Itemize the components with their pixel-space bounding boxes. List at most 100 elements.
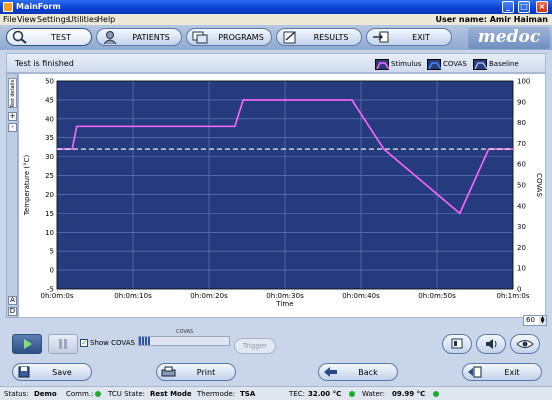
control-row: ✓ Show COVAS COVAS Trigger (6, 326, 546, 358)
comm-status-icon (95, 388, 101, 400)
exit-icon (371, 30, 391, 44)
test-status-label: Test is finished (15, 59, 74, 68)
exit-label: Exit (504, 367, 520, 377)
y2-tick-label: 70 (517, 140, 526, 148)
covas-slider-title: COVAS (176, 329, 194, 335)
y2-tick-label: 90 (517, 98, 526, 106)
legend-baseline[interactable]: Baseline (473, 58, 519, 70)
tab-programs[interactable]: PROGRAMS (186, 28, 272, 46)
y2-tick-label: 80 (517, 119, 526, 127)
stepper-arrows-icon[interactable]: ▲ ▼ (539, 316, 546, 325)
y2-tick-label: 100 (517, 78, 530, 86)
y-tick-label: 50 (45, 78, 54, 86)
a-button[interactable]: A (8, 296, 17, 305)
thermode-label: Thermode: (197, 390, 235, 398)
tec-label: TEC: (289, 390, 305, 398)
back-button[interactable]: Back (318, 363, 398, 381)
menu-bar: File View Settings Utilities Help User n… (0, 14, 552, 25)
menu-help[interactable]: Help (97, 14, 115, 25)
show-covas-label: Show COVAS (90, 339, 135, 347)
tab-programs-label: PROGRAMS (218, 32, 264, 42)
tab-exit[interactable]: EXIT (366, 28, 452, 46)
tab-test[interactable]: TEST (6, 28, 92, 46)
tab-results-label: RESULTS (313, 32, 349, 42)
menu-view[interactable]: View (17, 14, 36, 25)
y-tick-label: 45 (45, 96, 54, 104)
thermode-value: TSA (240, 390, 256, 398)
results-icon (281, 30, 301, 44)
view-button[interactable] (510, 334, 540, 354)
covas-slider[interactable] (138, 336, 230, 346)
x-tick-label: 0h:1m:0s (497, 292, 530, 300)
y-tick-label: 10 (45, 229, 54, 237)
user-name: User name: Amir Haiman (435, 15, 548, 24)
exit-button[interactable]: Exit (462, 363, 542, 381)
y2-tick-label: 50 (517, 182, 526, 190)
back-label: Back (358, 367, 378, 377)
menu-file[interactable]: File (3, 14, 16, 25)
y-tick-label: 15 (45, 210, 54, 218)
play-icon (24, 339, 32, 349)
tec-status-icon (349, 388, 355, 400)
x-tick-label: 0h:0m:40s (342, 292, 380, 300)
covas-legend-icon (427, 58, 442, 70)
covas-level (139, 337, 150, 345)
legend-stimulus-label: Stimulus (391, 60, 422, 68)
y2-axis-label: COVAS (535, 173, 543, 197)
status-label: Status: (4, 390, 29, 398)
save-label: Save (52, 367, 72, 377)
x-tick-label: 0h:0m:10s (114, 292, 152, 300)
title-bar: MainForm _ □ × (0, 0, 552, 14)
y-tick-label: 5 (50, 248, 54, 256)
y2-tick-label: 10 (517, 265, 526, 273)
pause-button[interactable] (48, 334, 78, 354)
legend-stimulus[interactable]: Stimulus (375, 58, 421, 70)
tab-patients[interactable]: PATIENTS (96, 28, 182, 46)
programs-icon (191, 30, 211, 44)
exit-door-icon (467, 366, 483, 378)
monitor-icon (451, 338, 463, 349)
maximize-button[interactable]: □ (518, 1, 530, 13)
temperature-chart: -5 0 5 10 15 20 25 30 35 40 45 50 0 10 20 30 40 50 60 70 80 9… (18, 73, 546, 318)
x-tick-label: 0h:0m:30s (266, 292, 304, 300)
patient-icon (101, 30, 121, 45)
status-bar: Status: Demo Comm.: TCU State: Rest Mode… (0, 386, 552, 400)
save-icon (17, 366, 33, 378)
close-button[interactable]: × (536, 1, 548, 13)
print-button[interactable]: Print (156, 363, 236, 381)
show-covas-checkbox[interactable]: ✓ (80, 339, 88, 347)
test-details-tab[interactable]: Test details (8, 78, 17, 108)
monitor-button[interactable] (442, 334, 472, 354)
water-label: Water: (362, 390, 385, 398)
y2-tick-label: 60 (517, 161, 526, 169)
time-window-stepper[interactable]: 60 ▲ ▼ (523, 315, 547, 326)
y-tick-label: 25 (45, 172, 54, 180)
y-tick-label: 30 (45, 153, 54, 161)
zoom-in-button[interactable]: + (8, 112, 17, 121)
legend-covas[interactable]: COVAS (427, 58, 467, 70)
trigger-button[interactable]: Trigger (234, 338, 276, 354)
test-details-label: Test details (10, 79, 17, 109)
tcu-state-value: Rest Mode (150, 390, 192, 398)
menu-settings[interactable]: Settings (37, 14, 70, 25)
play-button[interactable] (12, 334, 42, 354)
comm-label: Comm.: (66, 390, 94, 398)
water-value: 09.99 °C (392, 390, 426, 398)
x-tick-label: 0h:0m:50s (418, 292, 456, 300)
y2-tick-label: 30 (517, 223, 526, 231)
x-axis-label: Time (275, 300, 293, 308)
print-label: Print (196, 367, 216, 377)
save-button[interactable]: Save (12, 363, 92, 381)
d-button[interactable]: D (8, 307, 17, 316)
window-title: MainForm (16, 2, 61, 11)
y2-tick-label: 40 (517, 202, 526, 210)
legend-baseline-label: Baseline (489, 60, 519, 68)
menu-utilities[interactable]: Utilities (68, 14, 98, 25)
back-arrow-icon (323, 366, 339, 378)
tab-results[interactable]: RESULTS (276, 28, 362, 46)
brand-logo: medoc (468, 27, 550, 49)
zoom-out-button[interactable]: - (8, 123, 17, 132)
stimulus-legend-icon (375, 58, 390, 70)
minimize-button[interactable]: _ (502, 1, 514, 13)
sound-button[interactable] (476, 334, 506, 354)
